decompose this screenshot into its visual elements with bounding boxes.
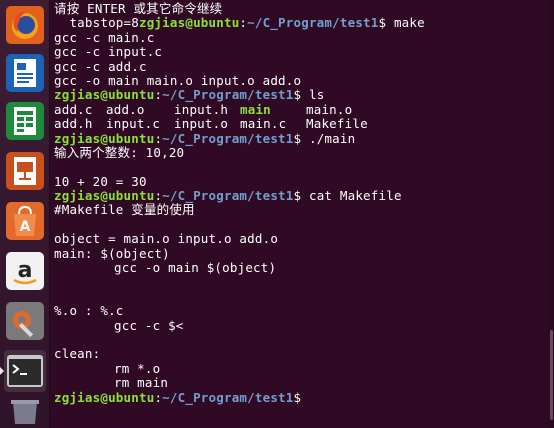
terminal-line: zgjias@ubuntu:~/C_Program/test1$ ls (54, 87, 325, 103)
ls-output-row: add.h input.c input.o main.c Makefile (54, 116, 368, 132)
makefile-line: %.o : %.c (54, 303, 124, 319)
makefile-line (54, 333, 554, 347)
makefile-line: main: $(object) (54, 245, 170, 261)
makefile-line: clean: (54, 346, 101, 362)
terminal-line: tabstop=8zgjias@ubuntu:~/C_Program/test1… (54, 15, 425, 31)
terminal-line: zgjias@ubuntu:~/C_Program/test1$ (54, 389, 302, 405)
calc-launcher[interactable] (4, 100, 46, 142)
firefox-launcher[interactable] (4, 4, 46, 46)
terminal-scrollbar[interactable] (548, 0, 554, 428)
makefile-line: rm main (114, 375, 169, 391)
makefile-line: gcc -c $< (114, 317, 184, 333)
terminal-line: gcc -c input.c (54, 44, 163, 60)
libreoffice-writer-icon (6, 54, 44, 92)
ls-output-row: add.c add.o input.h main main.o (54, 101, 353, 117)
trash-launcher[interactable] (4, 396, 46, 426)
terminal-line: zgjias@ubuntu:~/C_Program/test1$ ./main (54, 130, 356, 146)
libreoffice-impress-icon (6, 152, 44, 190)
terminal-window[interactable]: 请按 ENTER 或其它命令继续 tabstop=8zgjias@ubuntu:… (51, 0, 554, 428)
svg-text:A: A (20, 219, 31, 235)
terminal-line: gcc -c main.c (54, 29, 155, 45)
makefile-line: #Makefile 变量的使用 (54, 202, 195, 218)
terminal-line: zgjias@ubuntu:~/C_Program/test1$ cat Mak… (54, 188, 402, 204)
amazon-icon: a (6, 252, 44, 290)
launcher: A a (0, 0, 50, 428)
libreoffice-calc-icon (6, 102, 44, 140)
terminal-line: 输入两个整数: 10,20 (54, 144, 185, 160)
system-settings-icon (6, 302, 44, 340)
terminal-line: 请按 ENTER 或其它命令继续 (54, 1, 223, 16)
terminal-icon (7, 355, 43, 387)
firefox-icon (6, 6, 44, 44)
terminal-line: gcc -c add.c (54, 58, 147, 74)
svg-text:a: a (18, 258, 33, 283)
ubuntu-software-icon: A (6, 202, 44, 240)
impress-launcher[interactable] (4, 150, 46, 192)
writer-launcher[interactable] (4, 52, 46, 94)
terminal-launcher[interactable] (4, 350, 46, 392)
trash-icon (9, 398, 41, 424)
settings-launcher[interactable] (4, 300, 46, 342)
makefile-line (54, 275, 554, 289)
terminal-line: 10 + 20 = 30 (54, 173, 147, 189)
terminal-line: gcc -o main main.o input.o add.o (54, 72, 302, 88)
amazon-launcher[interactable]: a (4, 250, 46, 292)
makefile-line (54, 290, 554, 304)
scrollbar-thumb[interactable] (550, 330, 553, 420)
makefile-line: rm *.o (114, 360, 161, 376)
makefile-line: object = main.o input.o add.o (54, 231, 279, 247)
makefile-line (54, 218, 554, 232)
makefile-line: gcc -o main $(object) (114, 260, 277, 276)
software-center-launcher[interactable]: A (4, 200, 46, 242)
